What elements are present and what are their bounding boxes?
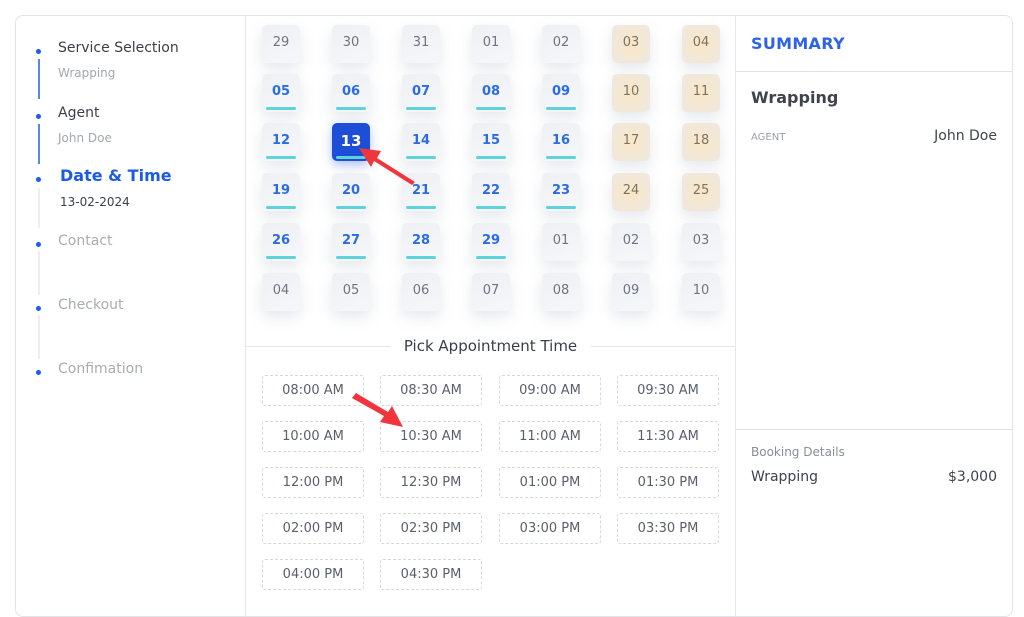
time-slot[interactable]: 02:00 PM [262, 513, 364, 544]
calendar-day[interactable]: 08 [472, 74, 510, 112]
calendar-day[interactable]: 24 [612, 173, 650, 211]
calendar-day[interactable]: 08 [542, 273, 580, 311]
summary-agent-value: John Doe [934, 128, 997, 144]
time-slot[interactable]: 03:30 PM [617, 513, 719, 544]
step-connector [38, 59, 40, 99]
time-heading: Pick Appointment Time [246, 336, 735, 355]
booking-item-name: Wrapping [751, 469, 818, 485]
calendar-day[interactable]: 04 [682, 25, 720, 63]
calendar-day[interactable]: 12 [262, 123, 300, 161]
steps-sidebar: Service Selection Wrapping Agent John Do… [16, 16, 246, 616]
step-connector [38, 315, 40, 359]
summary-agent-label: AGENT [751, 132, 786, 143]
time-slot[interactable]: 09:30 AM [617, 375, 719, 406]
step-title: Confimation [58, 361, 144, 377]
calendar-day[interactable]: 28 [402, 223, 440, 261]
calendar-day[interactable]: 21 [402, 173, 440, 211]
calendar-day[interactable]: 14 [402, 123, 440, 161]
time-slot[interactable]: 09:00 AM [499, 375, 601, 406]
step-dot-icon [36, 242, 41, 247]
calendar-day[interactable]: 30 [332, 25, 370, 63]
step-title: Service Selection [58, 40, 179, 56]
step-title: Checkout [58, 297, 124, 313]
time-slot[interactable]: 01:30 PM [617, 467, 719, 498]
calendar-day[interactable]: 20 [332, 173, 370, 211]
step-connector [38, 188, 40, 228]
time-slot[interactable]: 11:00 AM [499, 421, 601, 452]
summary-title: SUMMARY [751, 34, 845, 53]
time-heading-label: Pick Appointment Time [389, 337, 592, 355]
step-title: Date & Time [60, 166, 172, 185]
calendar-day-selected[interactable]: 13 [332, 123, 370, 161]
calendar-day[interactable]: 09 [612, 273, 650, 311]
time-slot[interactable]: 10:00 AM [262, 421, 364, 452]
step-subtitle: John Doe [58, 131, 112, 145]
summary-service: Wrapping [751, 88, 839, 107]
calendar-day[interactable]: 17 [612, 123, 650, 161]
time-slot[interactable]: 08:30 AM [380, 375, 482, 406]
calendar-day[interactable]: 15 [472, 123, 510, 161]
time-slot[interactable]: 11:30 AM [617, 421, 719, 452]
calendar-day[interactable]: 16 [542, 123, 580, 161]
step-subtitle: 13-02-2024 [60, 195, 130, 209]
time-slot[interactable]: 10:30 AM [380, 421, 482, 452]
time-slot[interactable]: 12:30 PM [380, 467, 482, 498]
step-dot-icon [36, 49, 41, 54]
step-dot-icon [36, 177, 41, 182]
step-title: Contact [58, 233, 113, 249]
time-slot[interactable]: 12:00 PM [262, 467, 364, 498]
booking-widget: Service Selection Wrapping Agent John Do… [15, 15, 1013, 617]
calendar-day[interactable]: 01 [542, 223, 580, 261]
calendar-day[interactable]: 04 [262, 273, 300, 311]
calendar-day[interactable]: 09 [542, 74, 580, 112]
time-slot[interactable]: 04:00 PM [262, 559, 364, 590]
calendar-day[interactable]: 19 [262, 173, 300, 211]
calendar-day[interactable]: 02 [542, 25, 580, 63]
calendar-day[interactable]: 29 [472, 223, 510, 261]
summary-divider [736, 71, 1012, 72]
summary-panel: SUMMARY Wrapping AGENT John Doe Booking … [736, 16, 1012, 616]
booking-details-label: Booking Details [751, 445, 845, 459]
time-slot[interactable]: 02:30 PM [380, 513, 482, 544]
step-title: Agent [58, 105, 100, 121]
calendar-day[interactable]: 05 [332, 273, 370, 311]
calendar-day[interactable]: 18 [682, 123, 720, 161]
step-dot-icon [36, 370, 41, 375]
calendar-day[interactable]: 10 [682, 273, 720, 311]
calendar-day[interactable]: 10 [612, 74, 650, 112]
calendar-day[interactable]: 31 [402, 25, 440, 63]
calendar-day[interactable]: 29 [262, 25, 300, 63]
calendar-day[interactable]: 01 [472, 25, 510, 63]
calendar-day[interactable]: 03 [682, 223, 720, 261]
calendar-day[interactable]: 25 [682, 173, 720, 211]
step-connector [38, 124, 40, 164]
calendar-day[interactable]: 06 [332, 74, 370, 112]
time-slot[interactable]: 04:30 PM [380, 559, 482, 590]
time-slot[interactable]: 08:00 AM [262, 375, 364, 406]
calendar-day[interactable]: 02 [612, 223, 650, 261]
step-subtitle: Wrapping [58, 66, 116, 80]
calendar-day[interactable]: 07 [402, 74, 440, 112]
time-slot[interactable]: 03:00 PM [499, 513, 601, 544]
booking-item-price: $3,000 [948, 469, 997, 485]
calendar-day[interactable]: 27 [332, 223, 370, 261]
calendar-day[interactable]: 26 [262, 223, 300, 261]
calendar-day[interactable]: 23 [542, 173, 580, 211]
step-connector [38, 251, 40, 295]
booking-divider [736, 429, 1012, 430]
step-dot-icon [36, 306, 41, 311]
calendar-day[interactable]: 06 [402, 273, 440, 311]
calendar-day[interactable]: 03 [612, 25, 650, 63]
calendar-day[interactable]: 11 [682, 74, 720, 112]
calendar-day[interactable]: 22 [472, 173, 510, 211]
calendar-day[interactable]: 05 [262, 74, 300, 112]
calendar-day[interactable]: 07 [472, 273, 510, 311]
time-slot[interactable]: 01:00 PM [499, 467, 601, 498]
calendar-panel: 29 30 31 01 02 03 04 05 06 07 08 09 10 11 12 13 14 15 16 17… [246, 16, 736, 616]
step-dot-icon [36, 114, 41, 119]
